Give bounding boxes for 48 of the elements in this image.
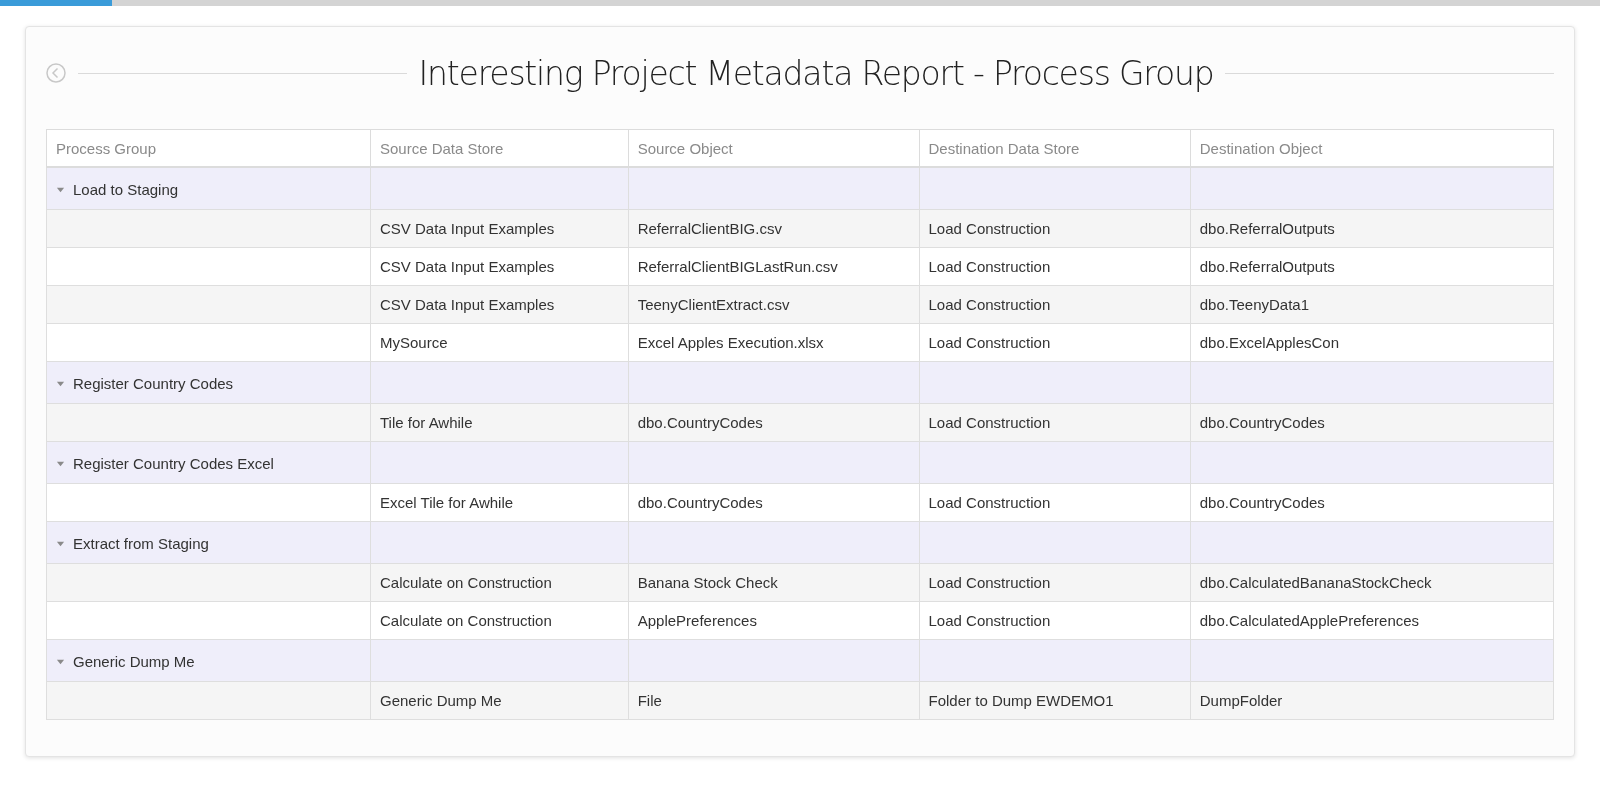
column-header: Destination Data Store xyxy=(919,129,1191,167)
group-cell[interactable]: Generic Dump Me xyxy=(46,639,371,682)
table-cell: Excel Apples Execution.xlsx xyxy=(628,323,920,362)
back-icon[interactable] xyxy=(46,63,66,83)
table-cell: Load Construction xyxy=(919,563,1191,602)
table-cell: CSV Data Input Examples xyxy=(370,285,629,324)
table-cell: Load Construction xyxy=(919,403,1191,442)
table-cell: Load Construction xyxy=(919,209,1191,248)
table-cell: CSV Data Input Examples xyxy=(370,247,629,286)
group-cell[interactable]: Register Country Codes Excel xyxy=(46,441,371,484)
table-cell: Load Construction xyxy=(919,483,1191,522)
report-title: Interesting Project Metadata Report - Process Group xyxy=(418,53,1214,93)
table-cell: Banana Stock Check xyxy=(628,563,920,602)
table-cell: Load Construction xyxy=(919,285,1191,324)
table-cell: dbo.CountryCodes xyxy=(1190,403,1554,442)
table-cell: CSV Data Input Examples xyxy=(370,209,629,248)
column-header: Process Group xyxy=(46,129,371,167)
table-cell: TeenyClientExtract.csv xyxy=(628,285,920,324)
table-cell: dbo.CalculatedBananaStockCheck xyxy=(1190,563,1554,602)
table-cell: Calculate on Construction xyxy=(370,563,629,602)
table-cell: Load Construction xyxy=(919,247,1191,286)
column-header: Source Data Store xyxy=(370,129,629,167)
table-cell: Calculate on Construction xyxy=(370,601,629,640)
table-cell: ApplePreferences xyxy=(628,601,920,640)
table-cell: Tile for Awhile xyxy=(370,403,629,442)
table-cell: Load Construction xyxy=(919,323,1191,362)
table-cell: Folder to Dump EWDEMO1 xyxy=(919,681,1191,720)
group-cell[interactable]: Load to Staging xyxy=(46,167,371,210)
table-cell: DumpFolder xyxy=(1190,681,1554,720)
table-cell: ReferralClientBIGLastRun.csv xyxy=(628,247,920,286)
table-cell: dbo.ReferralOutputs xyxy=(1190,209,1554,248)
table-cell: ReferralClientBIG.csv xyxy=(628,209,920,248)
table-cell: dbo.CountryCodes xyxy=(1190,483,1554,522)
table-cell: dbo.ExcelApplesCon xyxy=(1190,323,1554,362)
table-cell: Excel Tile for Awhile xyxy=(370,483,629,522)
group-cell[interactable]: Extract from Staging xyxy=(46,521,371,564)
column-header: Source Object xyxy=(628,129,920,167)
table-cell: dbo.CalculatedApplePreferences xyxy=(1190,601,1554,640)
table-cell: File xyxy=(628,681,920,720)
column-header: Destination Object xyxy=(1190,129,1554,167)
table-cell: dbo.TeenyData1 xyxy=(1190,285,1554,324)
table-cell: dbo.ReferralOutputs xyxy=(1190,247,1554,286)
table-cell: MySource xyxy=(370,323,629,362)
table-cell: Generic Dump Me xyxy=(370,681,629,720)
table-cell: dbo.CountryCodes xyxy=(628,403,920,442)
group-cell[interactable]: Register Country Codes xyxy=(46,361,371,404)
table-cell: dbo.CountryCodes xyxy=(628,483,920,522)
table-cell: Load Construction xyxy=(919,601,1191,640)
